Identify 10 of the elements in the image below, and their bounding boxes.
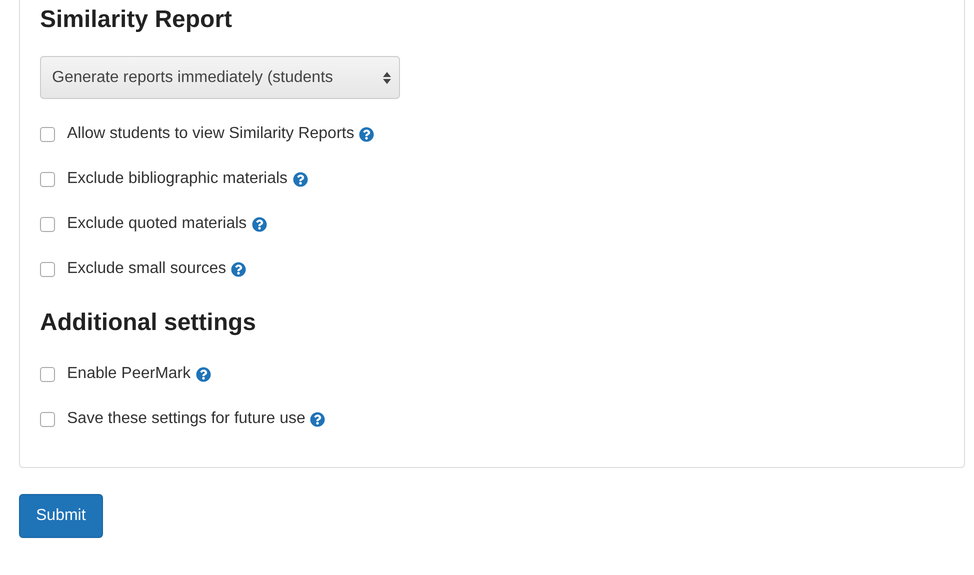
option-label: Save these settings for future use xyxy=(67,410,306,428)
report-select[interactable]: Generate reports immediately (students xyxy=(40,56,400,99)
option-label: Allow students to view Similarity Reports xyxy=(67,125,354,143)
option-label: Exclude small sources xyxy=(67,260,226,278)
option-label: Exclude bibliographic materials xyxy=(67,170,288,188)
option-label: Exclude quoted materials xyxy=(67,215,247,233)
option-label: Enable PeerMark xyxy=(67,365,191,383)
section-heading: Additional settings xyxy=(40,308,257,338)
section-heading: Similarity Report xyxy=(40,5,234,35)
submit-button[interactable]: Submit xyxy=(19,494,103,538)
